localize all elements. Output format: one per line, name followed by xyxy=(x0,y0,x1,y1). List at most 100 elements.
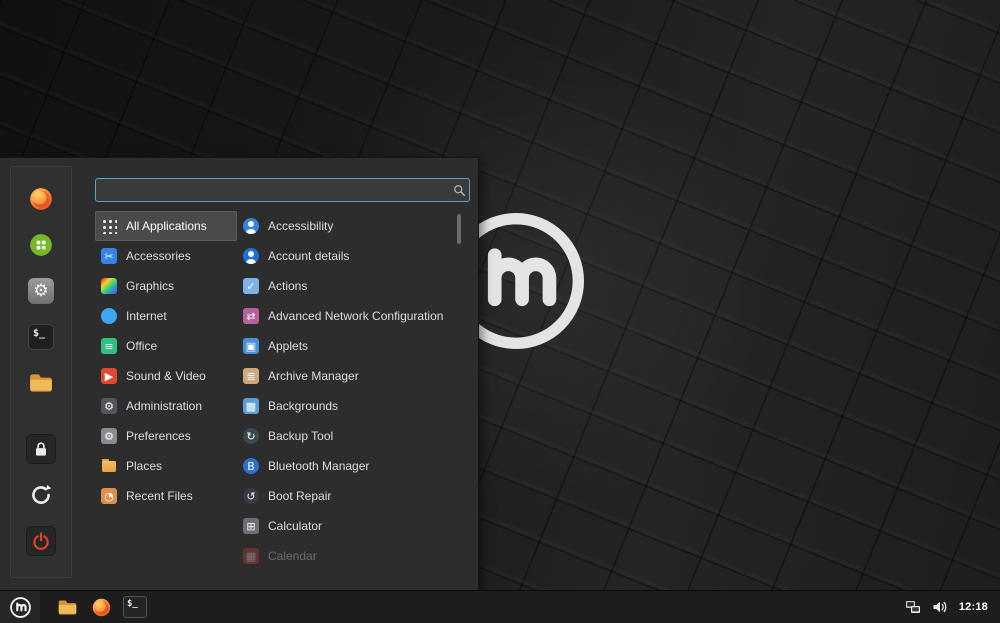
folder-icon xyxy=(57,597,78,618)
category-label: Accessories xyxy=(126,249,191,263)
app-label: Actions xyxy=(268,279,307,293)
firefox-icon xyxy=(28,186,54,212)
logout-arrow-icon xyxy=(28,482,54,508)
firefox-icon xyxy=(91,597,112,618)
taskbar-firefox-button[interactable] xyxy=(86,593,116,621)
taskbar-terminal-button[interactable]: $_ xyxy=(120,593,150,621)
app-label: Boot Repair xyxy=(268,489,331,503)
search-input[interactable] xyxy=(96,183,449,197)
category-recent-files[interactable]: ◔ Recent Files xyxy=(95,481,237,511)
category-label: Places xyxy=(126,459,162,473)
favorite-terminal[interactable]: $_ xyxy=(21,317,61,357)
category-list: All Applications ✂ Accessories GraphicsInte… xyxy=(95,211,237,511)
system-tray: 12:18 xyxy=(905,600,1000,614)
category-administration[interactable]: ⚙ Administration xyxy=(95,391,237,421)
places-icon xyxy=(101,458,117,474)
category-label: All Applications xyxy=(126,219,207,233)
app-label: Account details xyxy=(268,249,349,263)
backgrounds-icon: ▩ xyxy=(243,398,259,414)
folder-icon xyxy=(28,370,54,396)
account-details-icon xyxy=(243,248,259,264)
favorites-panel: ⚙ $_ xyxy=(10,166,72,578)
recent-files-icon: ◔ xyxy=(101,488,117,504)
category-label: Administration xyxy=(126,399,202,413)
app-label: Bluetooth Manager xyxy=(268,459,369,473)
volume-icon[interactable] xyxy=(932,600,948,614)
app-label: Calculator xyxy=(268,519,322,533)
app-boot-repair[interactable]: ↺ Boot Repair xyxy=(237,481,451,511)
calculator-icon: ⊞ xyxy=(243,518,259,534)
favorite-log-out[interactable] xyxy=(21,475,61,515)
app-label: Backup Tool xyxy=(268,429,333,443)
app-backup-tool[interactable]: ↻ Backup Tool xyxy=(237,421,451,451)
app-calendar[interactable]: ▦ Calendar xyxy=(237,541,451,571)
sound-video-icon: ▶ xyxy=(101,368,117,384)
applets-icon: ▣ xyxy=(243,338,259,354)
app-label: Backgrounds xyxy=(268,399,338,413)
category-office[interactable]: ≡Office xyxy=(95,331,237,361)
network-icon[interactable] xyxy=(905,600,921,614)
category-all-applications[interactable]: All Applications xyxy=(95,211,237,241)
internet-icon xyxy=(101,308,117,324)
graphics-icon xyxy=(101,278,117,294)
lock-icon xyxy=(31,439,51,459)
administration-icon: ⚙ xyxy=(101,398,117,414)
application-list: Accessibility Account details ✓Actions ⇄ Adv… xyxy=(237,211,451,577)
office-icon: ≡ xyxy=(101,338,117,354)
favorite-system-settings[interactable]: ⚙ xyxy=(21,271,61,311)
app-label: Archive Manager xyxy=(268,369,359,383)
app-advanced-network-configuration[interactable]: ⇄ Advanced Network Configuration xyxy=(237,301,451,331)
category-graphics[interactable]: Graphics xyxy=(95,271,237,301)
app-archive-manager[interactable]: ≣ Archive Manager xyxy=(237,361,451,391)
category-label: Preferences xyxy=(126,429,191,443)
desktop: ⚙ $_ xyxy=(0,0,1000,623)
advanced-network-configuration-icon: ⇄ xyxy=(243,308,259,324)
search-bar xyxy=(95,178,470,202)
menu-popup: ⚙ $_ xyxy=(0,157,479,593)
settings-gear-icon: ⚙ xyxy=(28,278,54,304)
terminal-icon: $_ xyxy=(123,596,147,618)
category-places[interactable]: Places xyxy=(95,451,237,481)
menu-button[interactable] xyxy=(0,591,40,623)
backup-tool-icon: ↻ xyxy=(243,428,259,444)
category-preferences[interactable]: ⚙ Preferences xyxy=(95,421,237,451)
app-list-scrollbar[interactable] xyxy=(457,214,461,244)
category-label: Recent Files xyxy=(126,489,193,503)
favorite-files[interactable] xyxy=(21,363,61,403)
app-applets[interactable]: ▣ Applets xyxy=(237,331,451,361)
app-calculator[interactable]: ⊞ Calculator xyxy=(237,511,451,541)
app-accessibility[interactable]: Accessibility xyxy=(237,211,451,241)
accessibility-icon xyxy=(243,218,259,234)
mint-menu-icon xyxy=(9,596,32,619)
all-applications-icon xyxy=(101,218,117,234)
app-label: Accessibility xyxy=(268,219,333,233)
favorite-quit[interactable] xyxy=(21,521,61,561)
accessories-icon: ✂ xyxy=(101,248,117,264)
app-backgrounds[interactable]: ▩ Backgrounds xyxy=(237,391,451,421)
category-label: Sound & Video xyxy=(126,369,206,383)
terminal-icon: $_ xyxy=(28,324,54,350)
app-bluetooth-manager[interactable]: B Bluetooth Manager xyxy=(237,451,451,481)
app-label: Calendar xyxy=(268,549,317,563)
preferences-icon: ⚙ xyxy=(101,428,117,444)
software-manager-icon xyxy=(28,232,54,258)
category-internet[interactable]: Internet xyxy=(95,301,237,331)
app-account-details[interactable]: Account details xyxy=(237,241,451,271)
search-icon xyxy=(449,184,469,197)
bluetooth-manager-icon: B xyxy=(243,458,259,474)
favorite-firefox[interactable] xyxy=(21,179,61,219)
app-label: Advanced Network Configuration xyxy=(268,309,443,323)
calendar-icon: ▦ xyxy=(243,548,259,564)
category-accessories[interactable]: ✂ Accessories xyxy=(95,241,237,271)
clock[interactable]: 12:18 xyxy=(959,601,988,613)
taskbar: $_ 12:18 xyxy=(0,590,1000,623)
taskbar-files-button[interactable] xyxy=(52,593,82,621)
app-actions[interactable]: ✓Actions xyxy=(237,271,451,301)
boot-repair-icon: ↺ xyxy=(243,488,259,504)
category-sound-video[interactable]: ▶ Sound & Video xyxy=(95,361,237,391)
power-icon xyxy=(31,531,51,551)
archive-manager-icon: ≣ xyxy=(243,368,259,384)
app-label: Applets xyxy=(268,339,308,353)
favorite-lock-screen[interactable] xyxy=(21,429,61,469)
favorite-software-manager[interactable] xyxy=(21,225,61,265)
